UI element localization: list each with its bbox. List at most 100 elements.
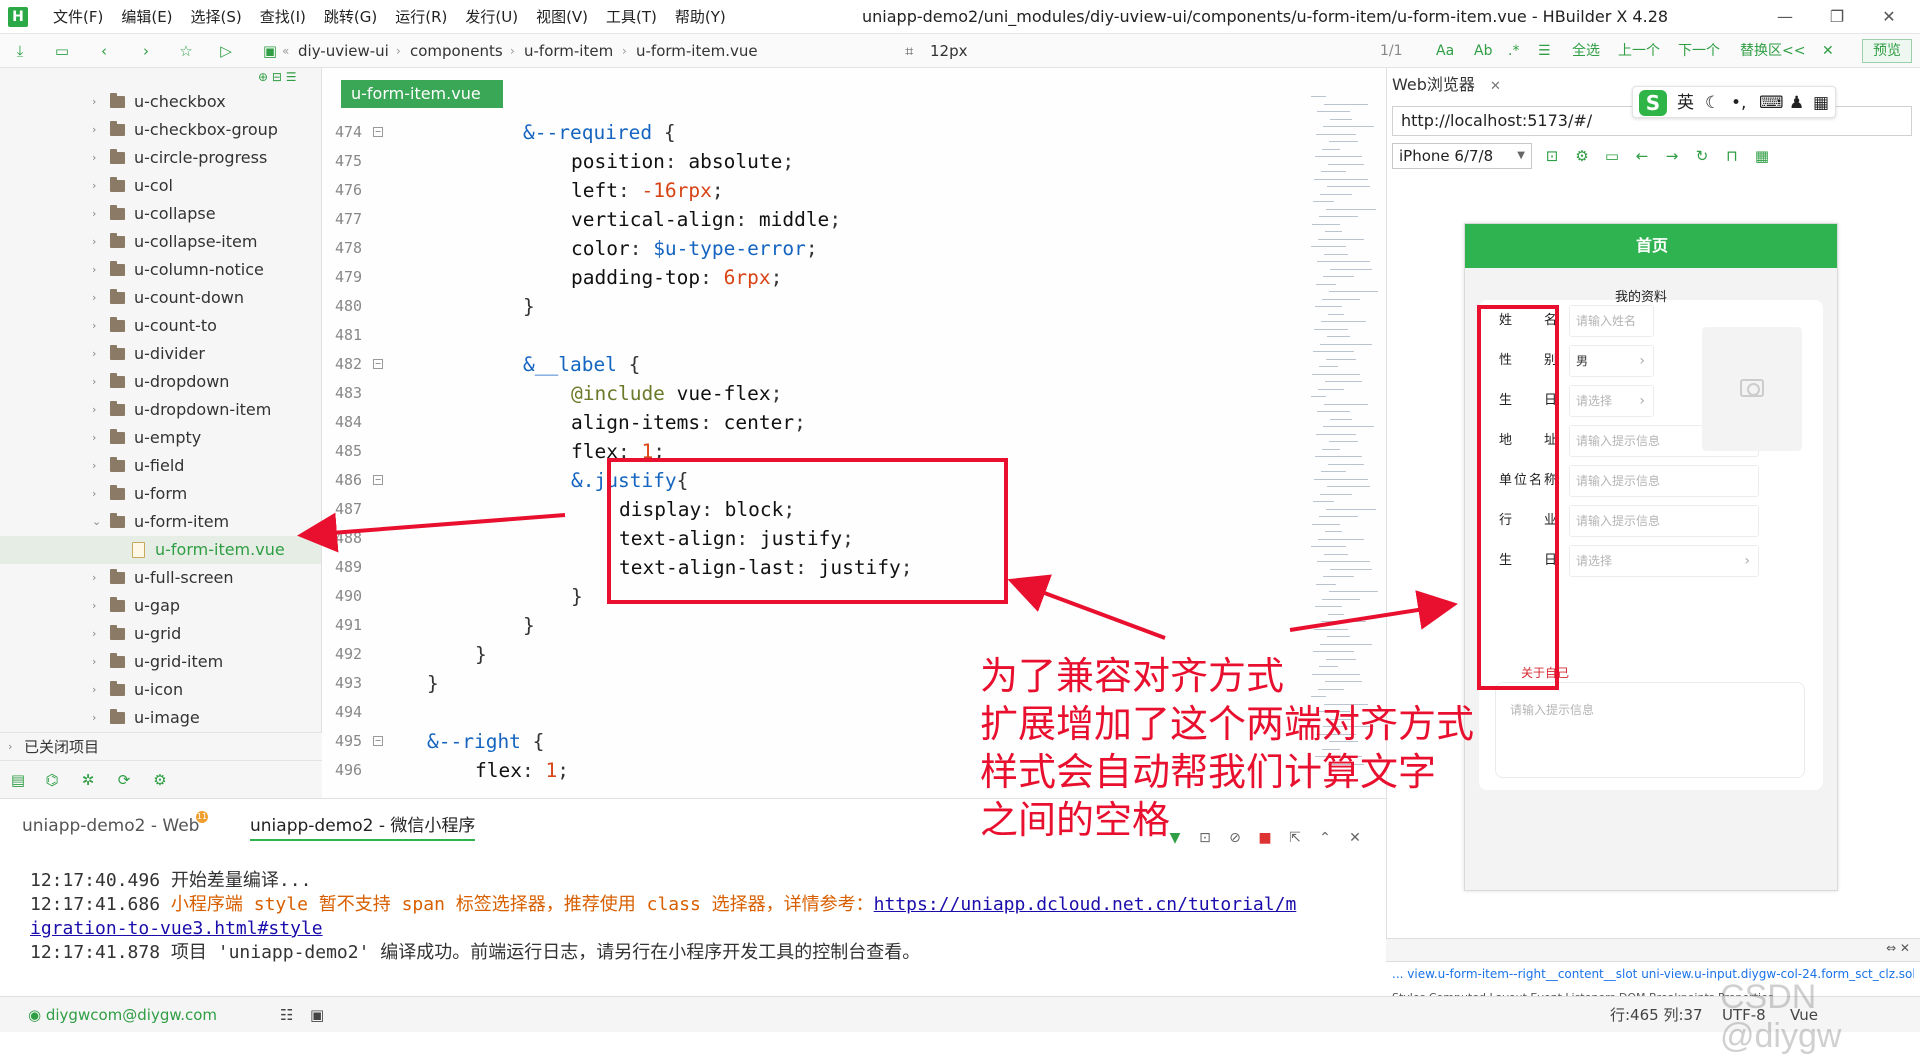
form-input[interactable]: 请选择 ›: [1569, 385, 1654, 417]
menu-item-8[interactable]: 工具(T): [597, 0, 666, 34]
close-window-button[interactable]: ✕: [1866, 0, 1912, 34]
chevron-right-icon[interactable]: ›: [92, 144, 96, 172]
tree-item[interactable]: › u-field: [0, 452, 321, 480]
forward-icon[interactable]: ›: [136, 41, 156, 61]
chevron-right-icon[interactable]: ›: [92, 564, 96, 592]
new-file-icon[interactable]: ⤓: [10, 41, 30, 61]
form-input[interactable]: 男 ›: [1569, 345, 1654, 377]
chevron-right-icon[interactable]: ›: [92, 396, 96, 424]
docs-link[interactable]: https://uniapp.dcloud.net.cn/tutorial/m: [874, 894, 1297, 915]
chevron-right-icon[interactable]: ›: [92, 452, 96, 480]
save-icon[interactable]: ▭: [52, 41, 72, 61]
tree-item[interactable]: › u-grid: [0, 620, 321, 648]
tree-item[interactable]: › u-gap: [0, 592, 321, 620]
menu-item-9[interactable]: 帮助(Y): [666, 0, 735, 34]
fold-toggle-icon[interactable]: −: [373, 475, 383, 485]
back-icon[interactable]: ‹: [94, 41, 114, 61]
close-tab-icon[interactable]: ✕: [1490, 79, 1501, 94]
arrow-right-icon[interactable]: →: [1662, 146, 1682, 166]
device-select[interactable]: iPhone 6/7/8 ▼: [1392, 143, 1532, 169]
terminal-icon[interactable]: ▣: [310, 997, 324, 1033]
dock-icon[interactable]: ⇔ ✕: [1886, 941, 1910, 955]
chevron-right-icon[interactable]: ›: [92, 284, 96, 312]
tree-item[interactable]: › u-empty: [0, 424, 321, 452]
tree-item[interactable]: › u-grid-item: [0, 648, 321, 676]
chevron-right-icon[interactable]: ›: [92, 620, 96, 648]
gear-icon[interactable]: ⚙: [1572, 146, 1592, 166]
qrcode-icon[interactable]: ▦: [1752, 146, 1772, 166]
binoculars-icon[interactable]: ⌬: [42, 770, 62, 790]
explorer-icon[interactable]: ▤: [8, 770, 28, 790]
star-icon[interactable]: ☆: [176, 41, 196, 61]
form-input[interactable]: 请输入提示信息: [1569, 505, 1759, 537]
breadcrumb-2[interactable]: u-form-item: [524, 34, 613, 68]
closed-projects[interactable]: › 已关闭项目: [0, 732, 322, 760]
chevron-right-icon[interactable]: ›: [92, 368, 96, 396]
refresh-icon[interactable]: ↻: [1692, 146, 1712, 166]
settings-icon[interactable]: ⚙: [150, 770, 170, 790]
chevron-up-icon[interactable]: ⌃: [1316, 829, 1334, 847]
grid-icon[interactable]: ▦: [1813, 91, 1829, 115]
tree-item[interactable]: › u-icon: [0, 676, 321, 704]
bug-icon[interactable]: ✲: [78, 770, 98, 790]
chevron-right-icon[interactable]: ›: [92, 116, 96, 144]
docs-link-cont[interactable]: igration-to-vue3.html#style: [30, 918, 323, 939]
project-icon[interactable]: ▣: [260, 41, 280, 61]
plugin-icon[interactable]: ⟳: [114, 770, 134, 790]
export-icon[interactable]: ⇱: [1286, 829, 1304, 847]
chevron-right-icon[interactable]: ›: [92, 340, 96, 368]
chevron-right-icon[interactable]: ›: [92, 704, 96, 732]
prev-match-button[interactable]: 上一个: [1618, 34, 1660, 68]
tree-item[interactable]: › u-form: [0, 480, 321, 508]
menu-item-6[interactable]: 发行(U): [456, 0, 527, 34]
screenshot-icon[interactable]: ⊡: [1542, 146, 1562, 166]
wrap-icon[interactable]: ⊘: [1226, 829, 1244, 847]
photo-upload[interactable]: [1702, 327, 1802, 451]
menu-item-0[interactable]: 文件(F): [44, 0, 112, 34]
menu-item-1[interactable]: 编辑(E): [112, 0, 181, 34]
menu-item-3[interactable]: 查找(I): [251, 0, 315, 34]
cursor-position[interactable]: 行:465 列:37: [1610, 997, 1703, 1033]
select-all-button[interactable]: 全选: [1572, 34, 1600, 68]
menu-item-5[interactable]: 运行(R): [386, 0, 456, 34]
regex-icon[interactable]: .*: [1508, 34, 1519, 68]
tree-tool-icons[interactable]: ⊕ ⊟ ☰: [258, 70, 297, 84]
tree-item[interactable]: › u-circle-progress: [0, 144, 321, 172]
about-textarea[interactable]: 请输入提示信息: [1495, 682, 1805, 778]
form-input[interactable]: 请输入姓名: [1569, 305, 1654, 337]
close-search-icon[interactable]: ✕: [1822, 34, 1834, 68]
tree-item[interactable]: › u-dropdown-item: [0, 396, 321, 424]
clear-icon[interactable]: ⊡: [1196, 829, 1214, 847]
screen-icon[interactable]: ▭: [1602, 146, 1622, 166]
next-match-button[interactable]: 下一个: [1678, 34, 1720, 68]
fold-toggle-icon[interactable]: −: [373, 359, 383, 369]
fold-toggle-icon[interactable]: −: [373, 736, 383, 746]
chevron-right-icon[interactable]: ›: [92, 312, 96, 340]
tree-item[interactable]: › u-collapse: [0, 200, 321, 228]
chevron-right-icon[interactable]: ›: [92, 480, 96, 508]
word-toggle[interactable]: Ab: [1474, 34, 1492, 68]
tree-item[interactable]: › u-checkbox: [0, 88, 321, 116]
browser-tab[interactable]: Web浏览器 ✕: [1392, 72, 1501, 98]
stop-icon[interactable]: ■: [1256, 829, 1274, 847]
chevron-down-icon[interactable]: ⌄: [92, 508, 101, 536]
tree-item[interactable]: › u-divider: [0, 340, 321, 368]
punctuation-icon[interactable]: •,: [1731, 91, 1746, 115]
lock-icon[interactable]: ⊓: [1722, 146, 1742, 166]
menu-item-2[interactable]: 选择(S): [182, 0, 251, 34]
fold-toggle-icon[interactable]: −: [373, 127, 383, 137]
form-input[interactable]: 请输入提示信息: [1569, 465, 1759, 497]
chevron-right-icon[interactable]: ›: [92, 592, 96, 620]
font-size-field[interactable]: 12px: [930, 34, 968, 68]
preview-button[interactable]: 预览: [1862, 39, 1912, 63]
chevron-right-icon[interactable]: ›: [92, 228, 96, 256]
user-icon[interactable]: ♟: [1789, 91, 1804, 115]
breadcrumb-0[interactable]: diy-uview-ui: [298, 34, 389, 68]
tree-item[interactable]: › u-dropdown: [0, 368, 321, 396]
breadcrumb-1[interactable]: components: [410, 34, 503, 68]
user-account[interactable]: ◉ diygwcom@diygw.com: [28, 997, 217, 1033]
tree-item[interactable]: › u-count-to: [0, 312, 321, 340]
moon-icon[interactable]: ☾: [1705, 91, 1720, 115]
editor-tab[interactable]: u-form-item.vue: [341, 80, 503, 108]
breadcrumb-3[interactable]: u-form-item.vue: [636, 34, 758, 68]
